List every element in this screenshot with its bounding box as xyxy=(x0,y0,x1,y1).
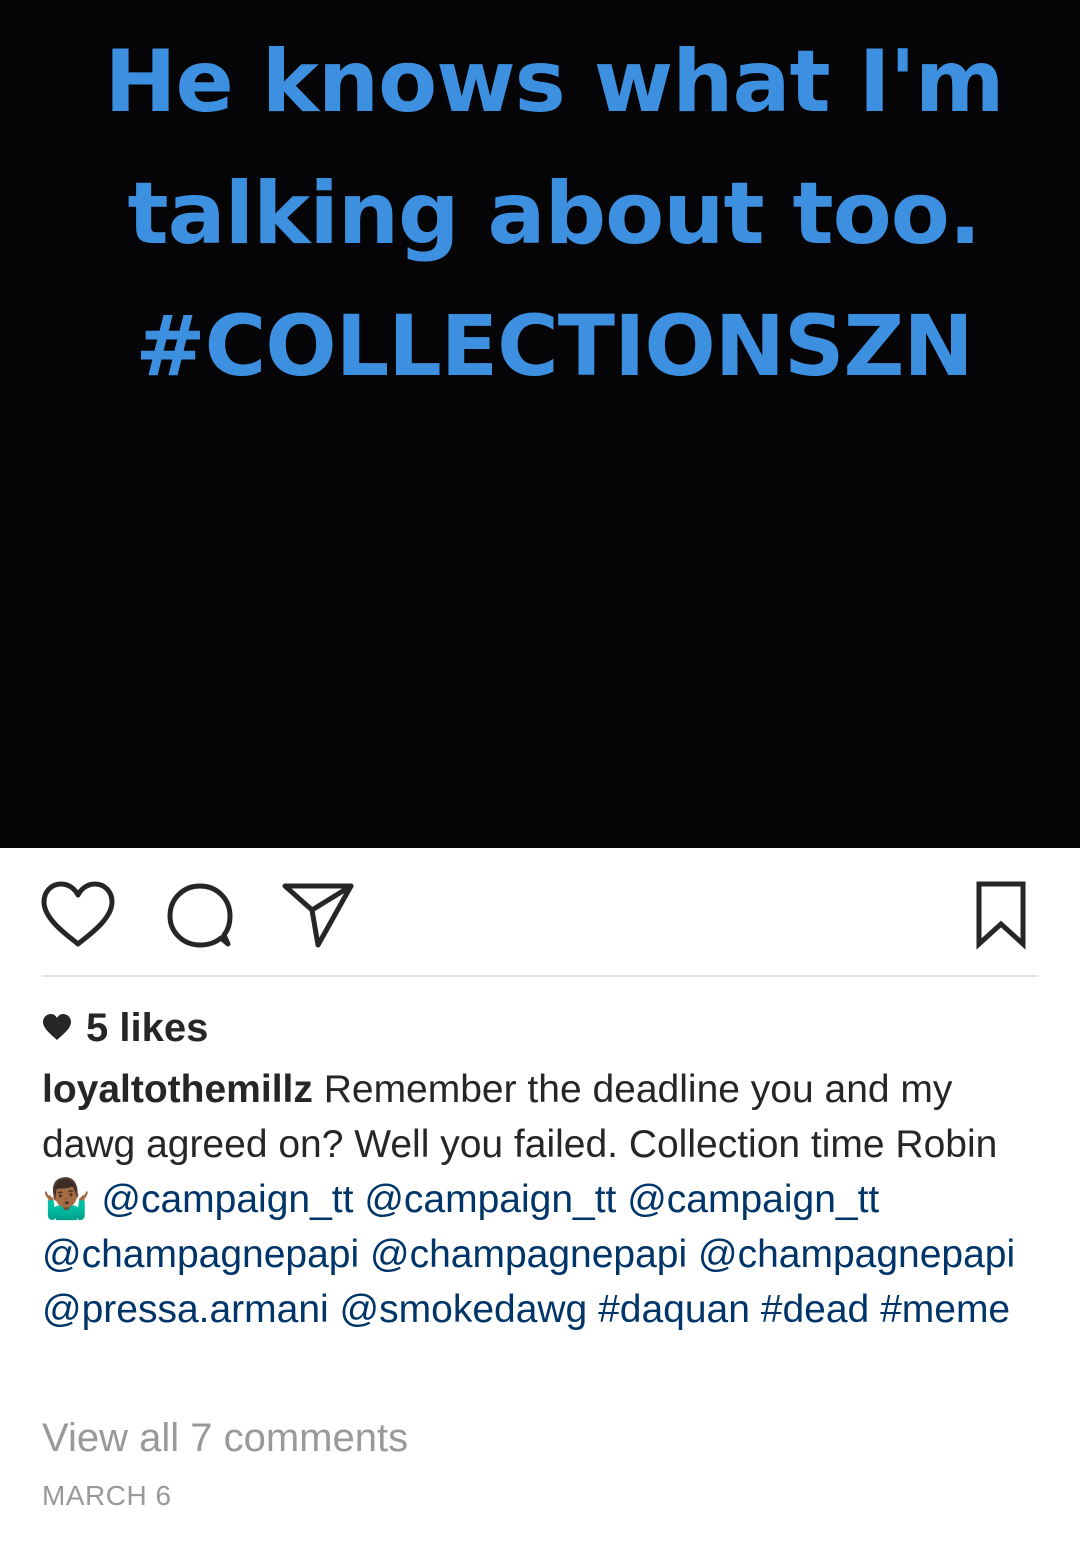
divider xyxy=(42,975,1038,977)
caption: loyaltothemillz Remember the deadline yo… xyxy=(42,1062,1042,1337)
mention-link[interactable]: @champagnepapi xyxy=(370,1233,687,1276)
hashtag-link[interactable]: #dead xyxy=(761,1288,869,1331)
heart-outline-icon[interactable] xyxy=(40,880,116,950)
action-bar xyxy=(0,848,1080,976)
image-text-line-2: talking about too. xyxy=(127,164,982,264)
view-all-comments-link[interactable]: View all 7 comments xyxy=(42,1414,408,1462)
mention-link[interactable]: @champagnepapi xyxy=(42,1233,359,1276)
likes-count[interactable]: 5 likes xyxy=(42,1004,208,1052)
mention-link[interactable]: @smokedawg xyxy=(340,1288,588,1331)
caption-username[interactable]: loyaltothemillz xyxy=(42,1068,313,1111)
post-date: MARCH 6 xyxy=(42,1480,172,1511)
image-text-line-1: He knows what I'm xyxy=(104,32,1004,132)
mention-link[interactable]: @campaign_tt xyxy=(101,1178,353,1221)
hashtag-link[interactable]: #daquan xyxy=(598,1288,750,1331)
mention-link[interactable]: @campaign_tt xyxy=(627,1178,879,1221)
mention-link[interactable]: @champagnepapi xyxy=(698,1233,1015,1276)
mention-link[interactable]: @pressa.armani xyxy=(42,1288,329,1331)
post-image[interactable]: He knows what I'm talking about too. #CO… xyxy=(0,0,1080,848)
hashtag-link[interactable]: #meme xyxy=(880,1288,1010,1331)
likes-label: 5 likes xyxy=(86,1006,209,1050)
speech-bubble-icon[interactable] xyxy=(162,880,238,950)
paper-plane-icon[interactable] xyxy=(280,880,356,950)
heart-filled-icon xyxy=(42,1013,72,1041)
bookmark-icon[interactable] xyxy=(970,880,1032,950)
image-text-line-3: #COLLECTIONSZN xyxy=(135,297,973,395)
mention-link[interactable]: @campaign_tt xyxy=(364,1178,616,1221)
